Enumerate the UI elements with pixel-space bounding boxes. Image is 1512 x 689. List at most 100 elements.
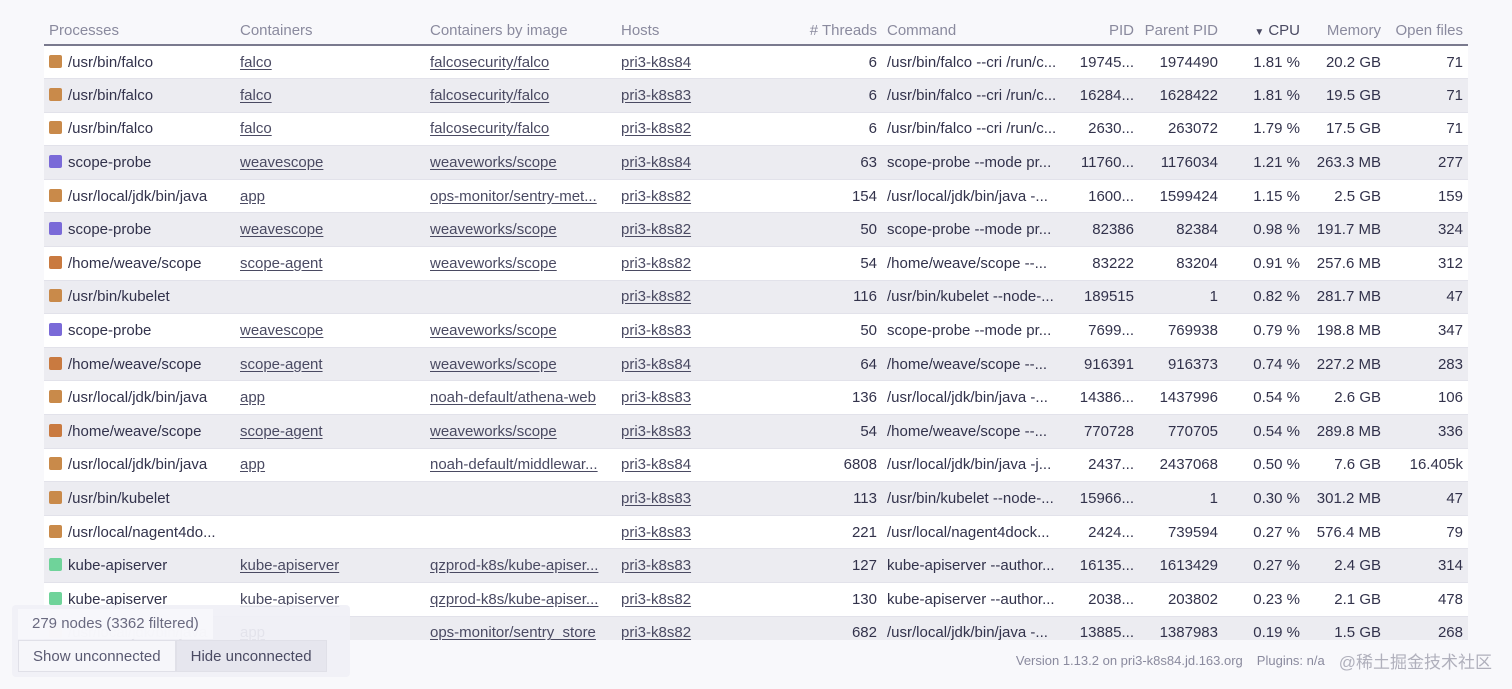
process-name-text[interactable]: /home/weave/scope [68,356,201,373]
container-link[interactable]: scope-agent [240,423,323,440]
process-cell[interactable]: /usr/local/jdk/bin/java [44,448,235,482]
table-row[interactable]: /usr/bin/kubelet pri3-k8s83 113/usr/bin/ku… [44,481,1468,516]
image-link[interactable]: noah-default/athena-web [430,389,596,406]
column-header-command[interactable]: Command [882,10,1067,46]
process-name-text[interactable]: /usr/bin/falco [68,54,153,71]
image-link[interactable]: falcosecurity/falco [430,87,549,104]
table-row[interactable]: /usr/bin/falco falco falcosecurity/falco pr… [44,112,1468,146]
container-link[interactable]: app [240,188,265,205]
process-name-text[interactable]: /usr/bin/falco [68,120,153,137]
image-link[interactable]: qzprod-k8s/kube-apiser... [430,591,598,608]
process-name-text[interactable]: /usr/local/jdk/bin/java [68,188,207,205]
process-name-text[interactable]: /usr/bin/kubelet [68,490,170,507]
table-row[interactable]: /usr/local/jdk/bin/java app ops-monitor/se… [44,179,1468,213]
table-row[interactable]: /usr/bin/falco falco falcosecurity/falco pr… [44,78,1468,113]
image-link[interactable]: weaveworks/scope [430,255,557,272]
process-cell[interactable]: scope-probe [44,146,235,180]
process-name-text[interactable]: scope-probe [68,154,151,171]
process-cell[interactable]: /home/weave/scope [44,347,235,381]
image-link[interactable]: falcosecurity/falco [430,120,549,137]
container-link[interactable]: weavescope [240,221,323,238]
process-cell[interactable]: /home/weave/scope [44,247,235,281]
table-row[interactable]: /usr/local/jdk/bin/java app noah-default/a… [44,380,1468,415]
column-header-processes[interactable]: Processes [44,10,235,46]
table-row[interactable]: /home/weave/scope scope-agent weaveworks/s… [44,347,1468,381]
column-header-containers[interactable]: Containers [235,10,425,46]
show-unconnected-button[interactable]: Show unconnected [18,640,176,672]
container-link[interactable]: scope-agent [240,255,323,272]
host-link[interactable]: pri3-k8s84 [621,456,691,473]
process-name-text[interactable]: /usr/local/nagent4do... [68,524,216,541]
image-link[interactable]: falcosecurity/falco [430,54,549,71]
host-link[interactable]: pri3-k8s83 [621,87,691,104]
process-name-text[interactable]: /usr/local/jdk/bin/java [68,456,207,473]
table-row[interactable]: scope-probe weavescope weaveworks/scope pri… [44,212,1468,247]
process-name-text[interactable]: /usr/bin/falco [68,87,153,104]
table-row[interactable]: /usr/bin/falco falco falcosecurity/falco pr… [44,45,1468,79]
process-name-text[interactable]: scope-probe [68,322,151,339]
image-link[interactable]: qzprod-k8s/kube-apiser... [430,557,598,574]
table-row[interactable]: kube-apiserver kube-apiserver qzprod-k8s/k… [44,548,1468,583]
host-link[interactable]: pri3-k8s82 [621,255,691,272]
table-row[interactable]: /usr/local/jdk/bin/java app noah-default/m… [44,448,1468,482]
table-row[interactable]: /usr/local/nagent4do... pri3-k8s83 221/usr… [44,515,1468,549]
table-row[interactable]: scope-probe weavescope weaveworks/scope pri… [44,313,1468,348]
column-header-open-files[interactable]: Open files [1386,10,1468,46]
image-link[interactable]: weaveworks/scope [430,423,557,440]
host-link[interactable]: pri3-k8s83 [621,389,691,406]
image-link[interactable]: weaveworks/scope [430,356,557,373]
host-link[interactable]: pri3-k8s83 [621,490,691,507]
image-link[interactable]: ops-monitor/sentry_store [430,624,596,640]
table-row[interactable]: /usr/bin/kubelet pri3-k8s82 116/usr/bin/ku… [44,280,1468,314]
hide-unconnected-button[interactable]: Hide unconnected [175,640,327,672]
process-name-text[interactable]: /home/weave/scope [68,423,201,440]
column-header-threads[interactable]: # Threads [734,10,882,46]
container-link[interactable]: weavescope [240,154,323,171]
host-link[interactable]: pri3-k8s82 [621,188,691,205]
image-link[interactable]: noah-default/middlewar... [430,456,598,473]
process-cell[interactable]: /usr/bin/falco [44,45,235,79]
process-cell[interactable]: /usr/bin/kubelet [44,482,235,516]
process-cell[interactable]: /usr/local/jdk/bin/java [44,381,235,415]
process-cell[interactable]: scope-probe [44,213,235,247]
image-link[interactable]: weaveworks/scope [430,322,557,339]
container-link[interactable]: app [240,389,265,406]
host-link[interactable]: pri3-k8s83 [621,423,691,440]
container-link[interactable]: kube-apiserver [240,557,339,574]
process-cell[interactable]: /usr/bin/falco [44,112,235,146]
host-link[interactable]: pri3-k8s82 [621,624,691,640]
host-link[interactable]: pri3-k8s82 [621,120,691,137]
host-link[interactable]: pri3-k8s84 [621,356,691,373]
container-link[interactable]: app [240,456,265,473]
process-cell[interactable]: scope-probe [44,314,235,348]
process-cell[interactable]: /usr/local/nagent4do... [44,515,235,549]
process-cell[interactable]: kube-apiserver [44,549,235,583]
image-link[interactable]: weaveworks/scope [430,221,557,238]
column-header-hosts[interactable]: Hosts [616,10,734,46]
process-cell[interactable]: /usr/local/jdk/bin/java [44,179,235,213]
host-link[interactable]: pri3-k8s82 [621,288,691,305]
container-link[interactable]: falco [240,54,272,71]
host-link[interactable]: pri3-k8s84 [621,154,691,171]
process-name-text[interactable]: /usr/bin/kubelet [68,288,170,305]
column-header-memory[interactable]: Memory [1305,10,1386,46]
container-link[interactable]: scope-agent [240,356,323,373]
image-link[interactable]: weaveworks/scope [430,154,557,171]
table-row[interactable]: scope-probe weavescope weaveworks/scope pri… [44,145,1468,180]
host-link[interactable]: pri3-k8s83 [621,322,691,339]
host-link[interactable]: pri3-k8s84 [621,54,691,71]
process-cell[interactable]: /usr/bin/kubelet [44,280,235,314]
host-link[interactable]: pri3-k8s83 [621,524,691,541]
image-link[interactable]: ops-monitor/sentry-met... [430,188,597,205]
container-link[interactable]: falco [240,120,272,137]
host-link[interactable]: pri3-k8s82 [621,221,691,238]
process-table-container[interactable]: Processes Containers Containers by image… [44,10,1468,640]
column-header-containers-by-image[interactable]: Containers by image [425,10,616,46]
column-header-pid[interactable]: PID [1067,10,1139,46]
process-name-text[interactable]: scope-probe [68,221,151,238]
host-link[interactable]: pri3-k8s83 [621,557,691,574]
container-link[interactable]: falco [240,87,272,104]
process-name-text[interactable]: /usr/local/jdk/bin/java [68,389,207,406]
table-row[interactable]: /home/weave/scope scope-agent weaveworks/s… [44,246,1468,281]
process-name-text[interactable]: /home/weave/scope [68,255,201,272]
